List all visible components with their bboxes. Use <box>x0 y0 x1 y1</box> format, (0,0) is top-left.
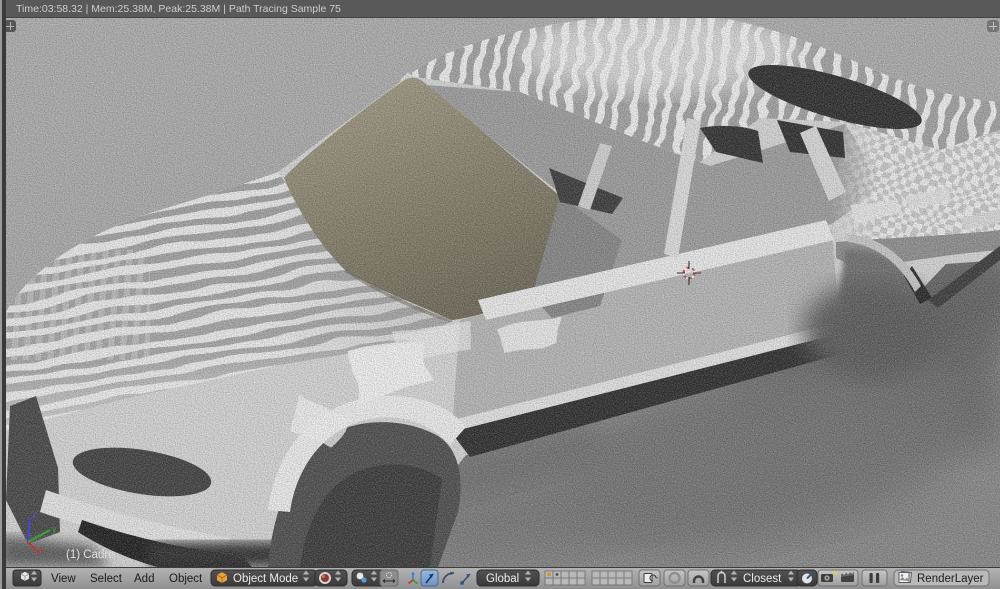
svg-text:View: View <box>51 573 76 585</box>
svg-text:Object Mode: Object Mode <box>233 573 298 585</box>
svg-text:RenderLayer: RenderLayer <box>917 573 984 585</box>
svg-text:Add: Add <box>134 573 154 585</box>
svg-text:Closest: Closest <box>743 573 782 585</box>
svg-text:Object: Object <box>169 573 203 585</box>
svg-text:Global: Global <box>486 573 519 585</box>
svg-text:Select: Select <box>90 573 123 585</box>
